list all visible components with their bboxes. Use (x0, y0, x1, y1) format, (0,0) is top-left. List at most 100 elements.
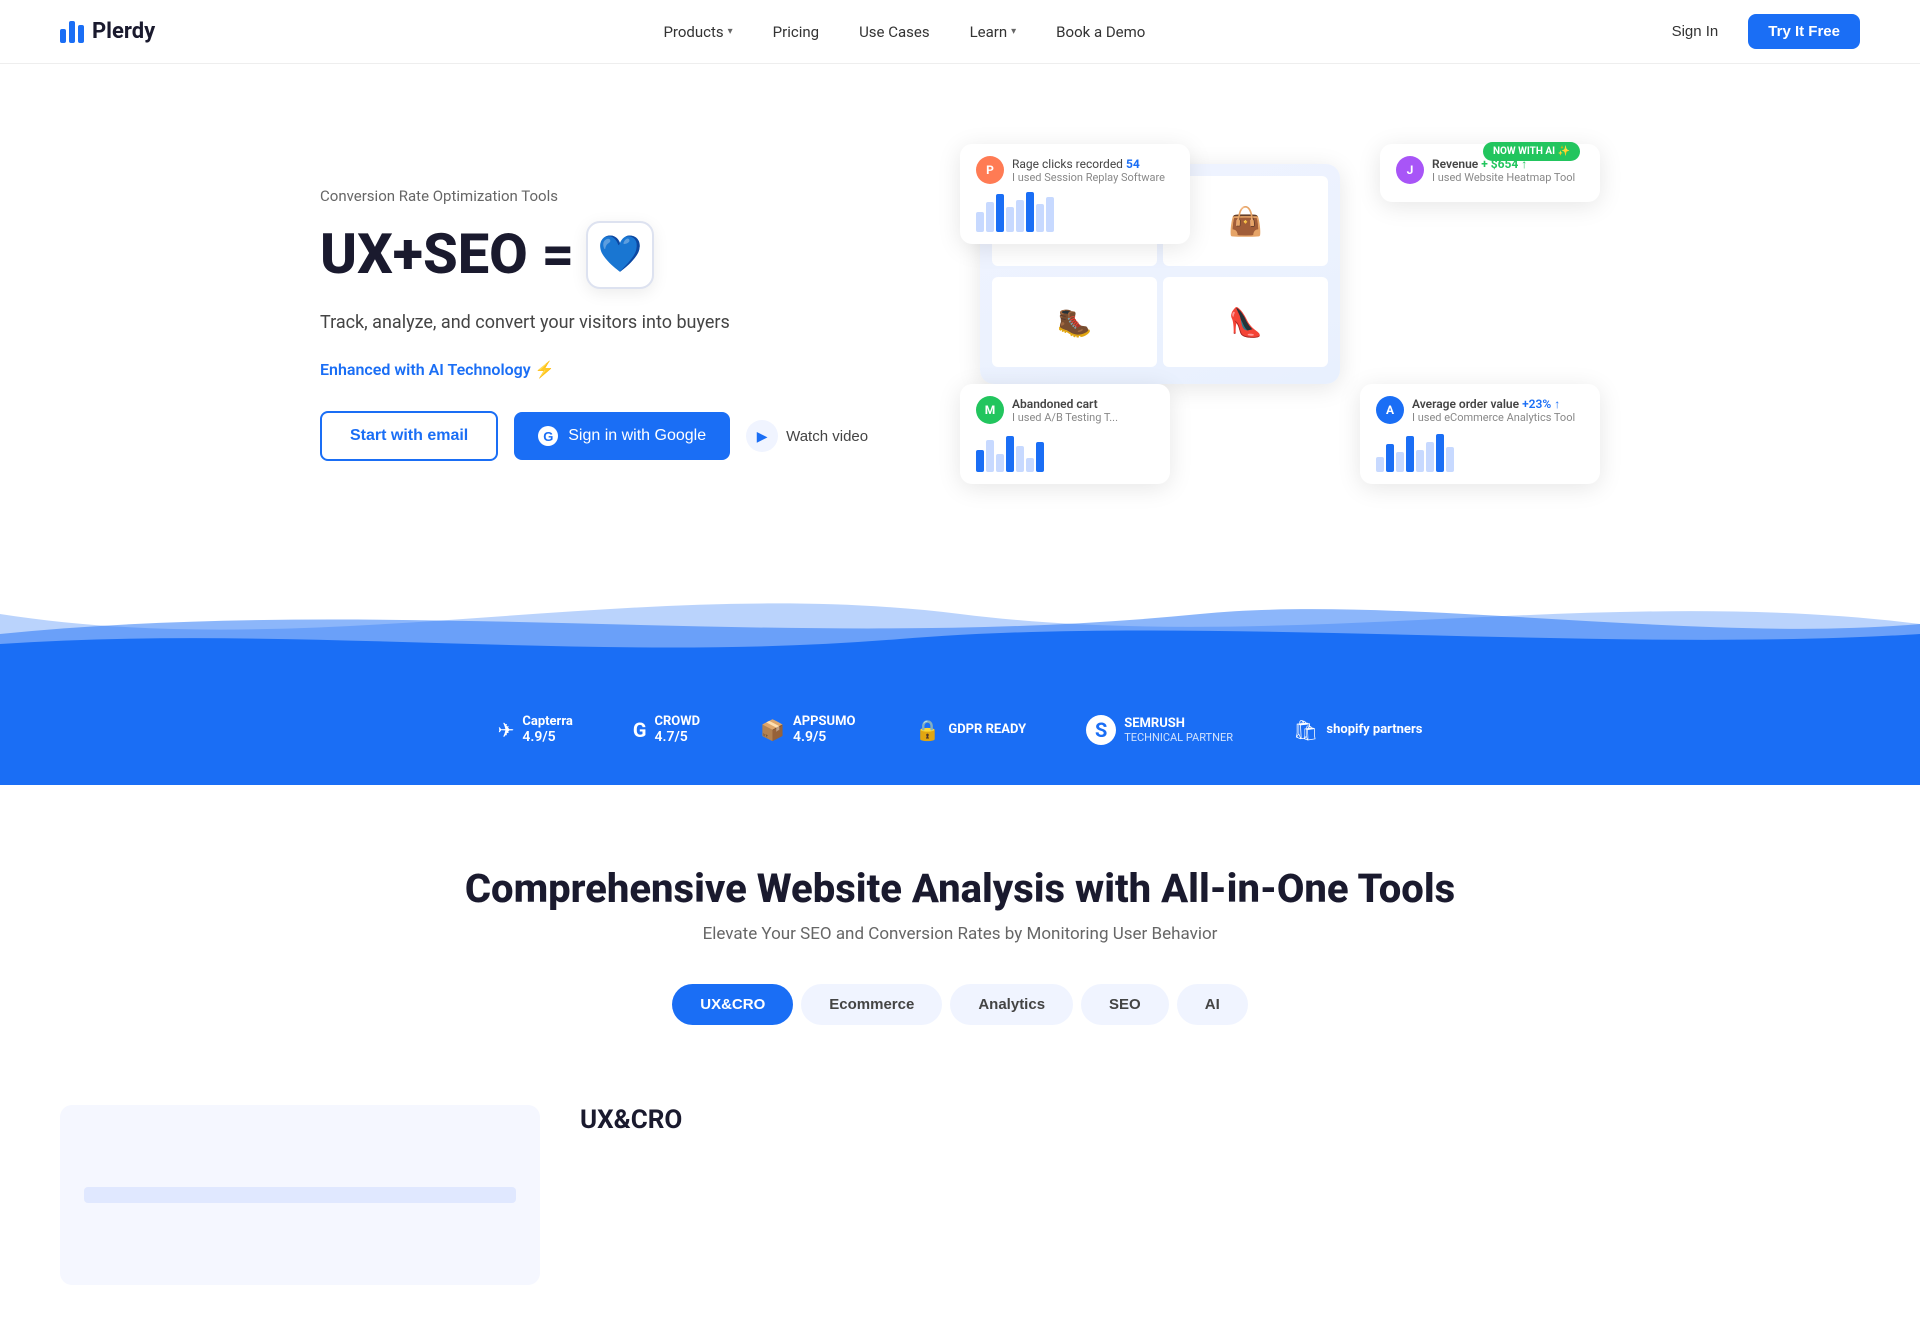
tabs-row: UX&CRO Ecommerce Analytics SEO AI (60, 984, 1860, 1025)
partners-section: ✈ Capterra 4.9/5 G CROWD 4.7/5 📦 APPSUMO… (0, 674, 1920, 785)
google-signin-button[interactable]: G Sign in with Google (514, 412, 730, 460)
nav-products[interactable]: Products ▾ (647, 15, 748, 49)
screenshot-thumb-3: 🥾 (992, 277, 1157, 367)
google-logo-icon: G (538, 426, 558, 446)
avg-graph (1376, 432, 1584, 472)
shopify-label: shopify partners (1326, 722, 1422, 737)
tab-analytics[interactable]: Analytics (950, 984, 1073, 1025)
abandoned-sub: I used A/B Testing T... (1012, 411, 1118, 424)
card-user-rage: P Rage clicks recorded 54 I used Session… (976, 156, 1174, 184)
avg-order-title: Average order value +23% ↑ (1412, 397, 1575, 411)
hero-subtitle: Conversion Rate Optimization Tools (320, 187, 880, 205)
sign-in-button[interactable]: Sign In (1654, 15, 1737, 48)
logo-link[interactable]: Plerdy (60, 19, 155, 44)
card-user-abandoned: M Abandoned cart I used A/B Testing T... (976, 396, 1154, 424)
bar (1016, 200, 1024, 232)
start-email-button[interactable]: Start with email (320, 411, 498, 461)
avg-order-amount: +23% (1522, 397, 1551, 411)
wave-section: ✈ Capterra 4.9/5 G CROWD 4.7/5 📦 APPSUMO… (0, 574, 1920, 785)
abandoned-title: Abandoned cart (1012, 397, 1118, 411)
watch-video-button[interactable]: ▶ Watch video (746, 412, 868, 460)
section2-heading: Comprehensive Website Analysis with All-… (60, 865, 1860, 912)
chevron-down-icon: ▾ (1011, 26, 1016, 37)
hero-section: Conversion Rate Optimization Tools UX+SE… (0, 64, 1920, 554)
wave-svg (0, 574, 1920, 674)
tab-ai[interactable]: AI (1177, 984, 1248, 1025)
try-free-button[interactable]: Try It Free (1748, 14, 1860, 49)
appsumo-icon: 📦 (760, 718, 785, 742)
bar (1046, 197, 1054, 232)
section2-subheading: Elevate Your SEO and Conversion Rates by… (60, 924, 1860, 944)
crowd-icon: G (633, 718, 647, 742)
bag-icon: 👜 (1228, 205, 1263, 238)
nav-learn[interactable]: Learn ▾ (954, 15, 1033, 49)
avatar-avg: A (1376, 396, 1404, 424)
rage-title: Rage clicks recorded 54 (1012, 157, 1165, 171)
bar (986, 202, 994, 232)
nav-use-cases[interactable]: Use Cases (843, 15, 946, 49)
hero-buttons: Start with email G Sign in with Google ▶… (320, 411, 880, 461)
capterra-icon: ✈ (498, 718, 515, 742)
heart-box: 💙 (586, 221, 654, 289)
logo-text: Plerdy (92, 19, 155, 44)
placeholder-bar (84, 1187, 516, 1203)
bar (996, 194, 1004, 232)
capterra-score: 4.9/5 (522, 729, 572, 745)
tab-ecommerce[interactable]: Ecommerce (801, 984, 942, 1025)
revenue-sub: I used Website Heatmap Tool (1432, 171, 1575, 184)
partner-semrush: S SEMRUSH TECHNICAL PARTNER (1086, 715, 1233, 745)
logo-bar-1 (60, 29, 66, 43)
crowd-score: 4.7/5 (654, 729, 700, 745)
section2: Comprehensive Website Analysis with All-… (0, 785, 1920, 1065)
semrush-label: TECHNICAL PARTNER (1124, 731, 1233, 744)
gdpr-label: GDPR READY (948, 722, 1026, 737)
nav-book-demo[interactable]: Book a Demo (1040, 15, 1161, 49)
sneaker-icon: 👠 (1228, 306, 1263, 339)
section3-placeholder-image (60, 1105, 540, 1285)
ai-badge: Enhanced with AI Technology ⚡ (320, 360, 880, 379)
shopify-icon: 🛍 (1293, 718, 1318, 742)
rage-mini-graph (976, 192, 1174, 232)
appsumo-name: APPSUMO (793, 714, 855, 729)
navbar: Plerdy Products ▾ Pricing Use Cases Lear… (0, 0, 1920, 64)
hero-left: Conversion Rate Optimization Tools UX+SE… (320, 187, 880, 461)
tab-seo[interactable]: SEO (1081, 984, 1169, 1025)
section3: UX&CRO (0, 1065, 1920, 1325)
rage-clicks-card: P Rage clicks recorded 54 I used Session… (960, 144, 1190, 244)
partner-capterra: ✈ Capterra 4.9/5 (498, 714, 573, 745)
avatar-rage: P (976, 156, 1004, 184)
now-ai-badge: NOW WITH AI ✨ (1483, 142, 1580, 161)
partners-row: ✈ Capterra 4.9/5 G CROWD 4.7/5 📦 APPSUMO… (60, 714, 1860, 745)
bar (1006, 207, 1014, 232)
partner-appsumo: 📦 APPSUMO 4.9/5 (760, 714, 855, 745)
section3-content: UX&CRO (580, 1105, 1860, 1135)
partner-shopify: 🛍 shopify partners (1293, 718, 1422, 742)
wave-decoration (0, 574, 1920, 674)
abandoned-cart-card: M Abandoned cart I used A/B Testing T... (960, 384, 1170, 484)
play-icon: ▶ (746, 420, 778, 452)
semrush-icon: S (1086, 715, 1116, 745)
avatar-revenue: J (1396, 156, 1424, 184)
bar (976, 212, 984, 232)
section3-inner: UX&CRO (60, 1105, 1860, 1285)
crowd-name: CROWD (654, 714, 700, 729)
nav-pricing[interactable]: Pricing (757, 15, 835, 49)
logo-bar-3 (78, 25, 84, 43)
capterra-name: Capterra (522, 714, 572, 729)
gdpr-icon: 🔒 (915, 718, 940, 742)
partner-crowd: G CROWD 4.7/5 (633, 714, 700, 745)
avg-order-arrow: ↑ (1554, 397, 1560, 411)
rage-sub: I used Session Replay Software (1012, 171, 1165, 184)
screenshot-thumb-4: 👠 (1163, 277, 1328, 367)
nav-links: Products ▾ Pricing Use Cases Learn ▾ Boo… (647, 15, 1161, 49)
bar (1026, 192, 1034, 232)
section3-title: UX&CRO (580, 1105, 1860, 1135)
abandoned-graph (976, 432, 1154, 472)
nav-actions: Sign In Try It Free (1654, 14, 1860, 49)
hero-right: NOW WITH AI ✨ 👟 👜 🥾 👠 (960, 134, 1600, 514)
partner-gdpr: 🔒 GDPR READY (915, 718, 1026, 742)
appsumo-score: 4.9/5 (793, 729, 855, 745)
tab-uxcro[interactable]: UX&CRO (672, 984, 793, 1025)
semrush-name: SEMRUSH (1124, 716, 1233, 731)
heart-icon: 💙 (598, 235, 643, 275)
